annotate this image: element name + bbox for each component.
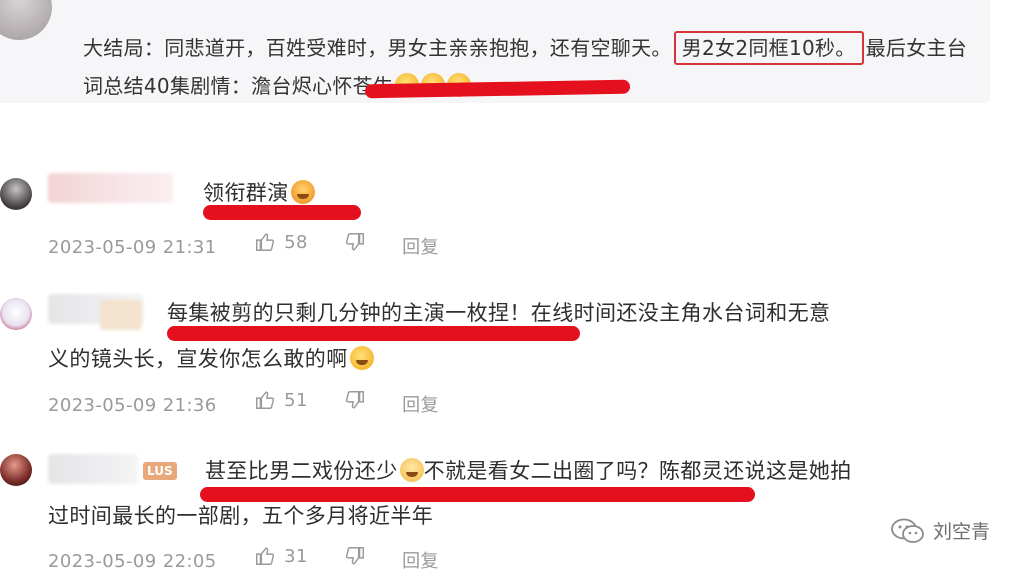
comment-text-content: 义的镜头长，宣发你怎么敢的啊 [48,347,348,371]
avatar[interactable] [0,298,32,330]
watermark-text: 刘空青 [932,521,990,543]
username-blurred[interactable] [48,454,138,484]
red-underline [167,326,580,341]
shocked-emoji-icon [290,180,315,204]
red-underline [203,205,361,220]
wechat-watermark: 刘空青 [891,517,990,544]
like-count: 58 [284,231,308,253]
avatar[interactable] [0,454,32,486]
thumbs-down-icon [345,391,364,409]
like-button[interactable]: 31 [254,545,308,567]
dislike-button[interactable] [344,231,366,253]
reply-button[interactable]: 回复 [402,233,439,259]
thumbs-down-icon [345,233,364,251]
thumbs-up-icon [256,547,275,565]
laughing-emoji-icon [349,346,374,370]
like-button[interactable]: 51 [254,389,308,411]
dislike-button[interactable] [344,545,366,567]
comment-meta: 2023-05-09 21:36 51 回复 [48,389,469,417]
avatar[interactable] [0,178,32,210]
thumbs-up-icon [256,233,275,251]
like-button[interactable]: 58 [254,231,308,253]
badge-blurred [100,300,142,330]
reply-text-part1: 大结局：同悲道开，百姓受难时，男女主亲亲抱抱，还有空聊天。 [83,36,672,60]
comment-text-line2: 义的镜头长，宣发你怎么敢的啊 [48,339,374,379]
dislike-button[interactable] [344,389,366,411]
timestamp: 2023-05-09 21:36 [48,395,217,416]
reply-button[interactable]: 回复 [402,391,439,417]
comment-text-content: 领衔群演 [203,181,289,205]
level-badge: LUS [143,462,177,480]
username-blurred[interactable] [48,173,173,203]
timestamp: 2023-05-09 22:05 [48,551,217,572]
like-count: 51 [284,389,308,411]
comment-text-content: 不就是看女二出圈了吗？陈都灵还说这是她拍 [423,459,852,483]
red-underline [200,487,755,502]
comment-meta: 2023-05-09 22:05 31 回复 [48,545,469,573]
comment-text-line2: 过时间最长的一部剧，五个多月将近半年 [48,504,434,528]
comment-meta: 2023-05-09 21:31 58 回复 [48,231,469,259]
highlight-box: 男2女2同框10秒。 [673,31,864,65]
comment-screenshot: 大结局：同悲道开，百姓受难时，男女主亲亲抱抱，还有空聊天。 男2女2同框10秒。最… [0,0,1024,576]
like-count: 31 [284,545,308,567]
reply-button[interactable]: 回复 [402,547,439,573]
timestamp: 2023-05-09 21:31 [48,237,217,258]
smile-emoji-icon [399,458,424,482]
reply-card: 大结局：同悲道开，百姓受难时，男女主亲亲抱抱，还有空聊天。 男2女2同框10秒。最… [0,0,990,103]
thumbs-up-icon [256,391,275,409]
avatar[interactable] [0,0,52,40]
thumbs-down-icon [345,547,364,565]
wechat-icon [891,518,924,543]
comment-text-content: 甚至比男二戏份还少 [205,459,398,483]
comment-text-line1: 甚至比男二戏份还少 不就是看女二出圈了吗？陈都灵还说这是她拍 [205,451,852,491]
